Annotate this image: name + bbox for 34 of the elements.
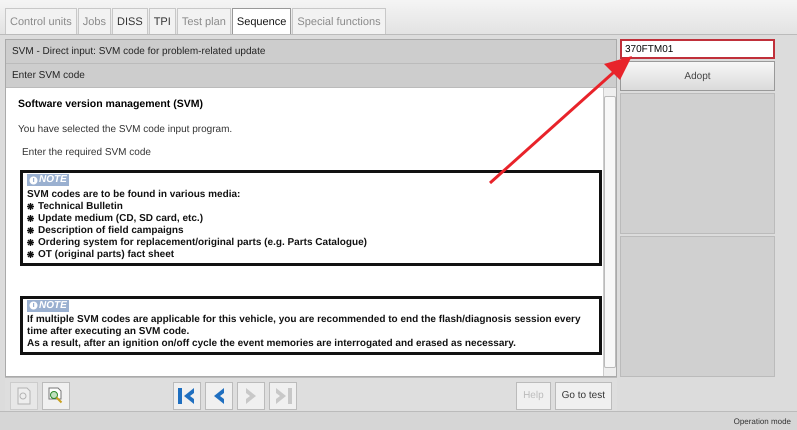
bullet-item: Update medium (CD, SD card, etc.)	[38, 212, 204, 224]
note-text: SVM codes are to be found in various media:	[27, 188, 242, 200]
note-text: If multiple SVM codes are applicable for this vehicle, you are recommended to end the flash/diagnosis session every time after executing an SVM code.	[27, 314, 582, 338]
note-text: As a result, after an ignition on/off cycle the event memories are interrogated and erased as necessary.	[27, 338, 517, 350]
status-text: Operation mode	[734, 416, 791, 426]
note-label: NOTE	[27, 300, 69, 312]
scrollbar[interactable]	[603, 88, 616, 376]
paragraph: Enter the required SVM code	[21, 147, 152, 158]
info-icon	[29, 176, 38, 184]
paragraph: You have selected the SVM code input program.	[18, 124, 234, 135]
header-title: SVM - Direct input: SVM code for problem-related update	[6, 40, 616, 64]
bullet-icon	[27, 203, 34, 210]
previous-button[interactable]	[205, 382, 233, 410]
content-heading: Software version management (SVM)	[18, 98, 204, 110]
bullet-icon	[27, 215, 34, 222]
tab[interactable]: TPI	[148, 8, 176, 34]
go-to-test-button[interactable]: Go to test	[554, 382, 612, 410]
magnifier-icon	[47, 386, 65, 404]
tab[interactable]: Sequence	[232, 8, 292, 34]
bullet-icon	[27, 251, 34, 258]
input-field[interactable]: 370FTM01	[620, 39, 775, 59]
info-icon	[29, 301, 38, 310]
bullet-item: Description of field campaigns	[38, 224, 184, 236]
first-button[interactable]	[173, 382, 201, 410]
tab[interactable]: DISS	[112, 8, 148, 34]
tool-button[interactable]	[42, 382, 70, 410]
adopt-button[interactable]: Adopt	[620, 61, 775, 91]
note-label: NOTE	[27, 174, 69, 186]
bullet-icon	[27, 227, 34, 234]
document-icon	[16, 386, 32, 404]
bullet-icon	[27, 239, 34, 246]
bullet-item: Ordering system for replacement/original parts (e.g. Parts Catalogue)	[38, 236, 367, 248]
bullet-item: OT (original parts) fact sheet	[38, 248, 174, 260]
bullet-item: Technical Bulletin	[38, 200, 123, 212]
